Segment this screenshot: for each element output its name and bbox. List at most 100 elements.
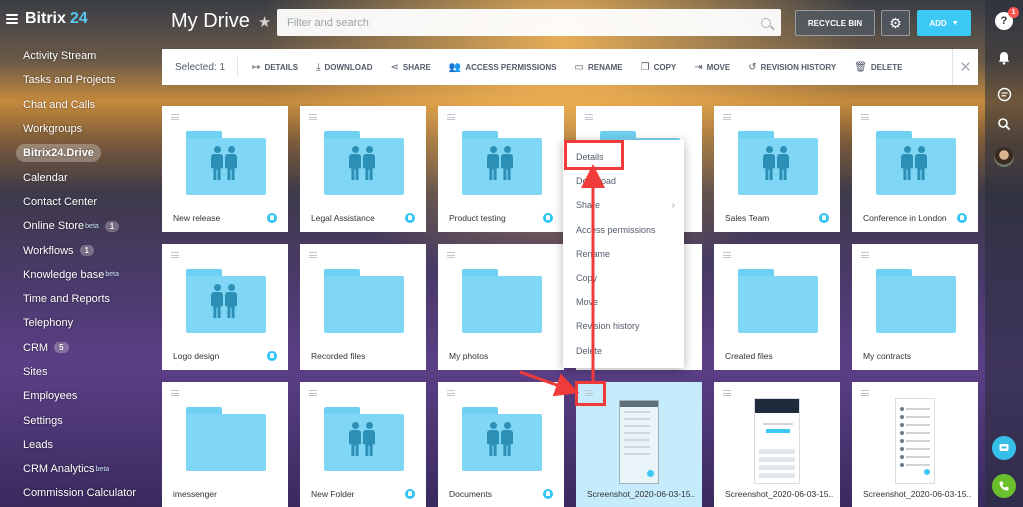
sidebar-item[interactable]: Activity Stream	[16, 44, 150, 68]
tile-menu-handle-icon[interactable]	[447, 114, 455, 120]
tile-name[interactable]: Legal Assistance	[311, 213, 375, 223]
context-menu-item-move[interactable]: Move	[563, 290, 684, 314]
sidebar-item[interactable]: CRM 5	[16, 336, 150, 360]
tile-menu-handle-icon[interactable]	[447, 390, 455, 396]
search-icon[interactable]	[761, 17, 771, 28]
tile-menu-handle-icon[interactable]	[861, 390, 869, 396]
file-tile[interactable]: Screenshot_2020-06-03-15...	[852, 382, 978, 507]
tile-name[interactable]: Created files	[725, 351, 773, 361]
tile-name[interactable]: Screenshot_2020-06-03-15...	[725, 489, 833, 499]
tile-name[interactable]: Recorded files	[311, 351, 365, 361]
tile-name[interactable]: Product testing	[449, 213, 506, 223]
folder-tile[interactable]: New Folder	[300, 382, 426, 507]
file-tile[interactable]: Screenshot_2020-06-03-15...	[576, 382, 702, 507]
sidebar-item[interactable]: Chat and Calls	[16, 93, 150, 117]
sidebar-item[interactable]: Employees	[16, 384, 150, 408]
tile-name[interactable]: Sales Team	[725, 213, 769, 223]
settings-button[interactable]: ⚙	[881, 10, 910, 36]
sidebar-item[interactable]: Settings	[16, 408, 150, 432]
folder-tile[interactable]: imessenger	[162, 382, 288, 507]
sidebar-item[interactable]: Online Store beta 1	[16, 214, 150, 238]
sidebar-item[interactable]: CRM Analytics beta	[16, 457, 150, 481]
sidebar-item[interactable]: Sites	[16, 360, 150, 384]
tile-name[interactable]: Screenshot_2020-06-03-15...	[587, 489, 695, 499]
tile-menu-handle-icon[interactable]	[171, 252, 179, 258]
tile-menu-handle-icon[interactable]	[309, 390, 317, 396]
recycle-bin-button[interactable]: RECYCLE BIN	[795, 10, 875, 36]
context-menu-item-copy[interactable]: Copy	[563, 266, 684, 290]
context-menu-item-revision-history[interactable]: Revision history	[563, 314, 684, 338]
toolbar-action-download[interactable]: ⤓ DOWNLOAD	[316, 62, 372, 73]
toolbar-action-move[interactable]: ⇥ MOVE	[694, 62, 730, 73]
sidebar-item[interactable]: Tasks and Projects	[16, 68, 150, 92]
toolbar-action-share[interactable]: ⋖ SHARE	[391, 62, 431, 73]
context-menu-item-access-permissions[interactable]: Access permissions	[563, 218, 684, 242]
tile-menu-handle-icon[interactable]	[723, 390, 731, 396]
tile-menu-handle-icon[interactable]	[861, 252, 869, 258]
sidebar-item[interactable]: Knowledge base beta	[16, 263, 150, 287]
chat-icon[interactable]	[994, 84, 1014, 104]
search-rail-icon[interactable]	[994, 114, 1014, 134]
tile-name[interactable]: Screenshot_2020-06-03-15...	[863, 489, 971, 499]
folder-tile[interactable]: Logo design	[162, 244, 288, 370]
sidebar-item[interactable]: Time and Reports	[16, 287, 150, 311]
bell-icon[interactable]	[994, 48, 1014, 68]
context-menu-item-download[interactable]: Download	[563, 169, 684, 193]
folder-tile[interactable]: My photos	[438, 244, 564, 370]
tile-menu-handle-icon[interactable]	[585, 114, 593, 120]
user-avatar[interactable]	[994, 147, 1014, 167]
folder-tile[interactable]: Legal Assistance	[300, 106, 426, 232]
folder-tile[interactable]: New release	[162, 106, 288, 232]
folder-tile[interactable]: Documents	[438, 382, 564, 507]
tile-menu-handle-icon[interactable]	[171, 390, 179, 396]
tile-name[interactable]: Documents	[449, 489, 492, 499]
toolbar-action-rename[interactable]: ▭ RENAME	[575, 62, 623, 73]
tile-menu-handle-icon[interactable]	[585, 390, 593, 396]
tile-name[interactable]: New Folder	[311, 489, 354, 499]
toolbar-action-access-permissions[interactable]: 👥 ACCESS PERMISSIONS	[449, 62, 557, 73]
folder-tile[interactable]: Product testing	[438, 106, 564, 232]
add-button[interactable]: ADD ▼	[917, 10, 971, 36]
sidebar-item[interactable]: Workgroups	[16, 117, 150, 141]
menu-icon[interactable]	[6, 14, 18, 24]
folder-tile[interactable]: Conference in London	[852, 106, 978, 232]
folder-tile[interactable]: My contracts	[852, 244, 978, 370]
folder-tile[interactable]: Created files	[714, 244, 840, 370]
sidebar-item[interactable]: Workflows 1	[16, 238, 150, 262]
tile-name[interactable]: Logo design	[173, 351, 219, 361]
tile-name[interactable]: My contracts	[863, 351, 911, 361]
sidebar-item[interactable]: Bitrix24.Drive	[16, 141, 150, 165]
toolbar-action-revision-history[interactable]: ↺ REVISION HISTORY	[748, 62, 836, 73]
tile-menu-handle-icon[interactable]	[861, 114, 869, 120]
tile-menu-handle-icon[interactable]	[723, 114, 731, 120]
phone-icon[interactable]	[992, 474, 1016, 498]
search-input[interactable]	[287, 16, 761, 29]
folder-tile[interactable]: Sales Team	[714, 106, 840, 232]
star-icon[interactable]: ★	[258, 13, 271, 31]
context-menu-item-delete[interactable]: Delete	[563, 339, 684, 363]
tile-menu-handle-icon[interactable]	[171, 114, 179, 120]
chat-widget-icon[interactable]	[992, 436, 1016, 460]
brand-number[interactable]: 24	[70, 10, 88, 28]
help-button[interactable]: ? 1	[995, 7, 1019, 30]
sidebar-item[interactable]: Telephony	[16, 311, 150, 335]
tile-menu-handle-icon[interactable]	[447, 252, 455, 258]
tile-name[interactable]: imessenger	[173, 489, 217, 499]
sidebar-item[interactable]: Leads	[16, 433, 150, 457]
toolbar-action-details[interactable]: ↦ DETAILS	[252, 62, 298, 73]
file-tile[interactable]: Screenshot_2020-06-03-15...	[714, 382, 840, 507]
tile-menu-handle-icon[interactable]	[309, 114, 317, 120]
tile-name[interactable]: Conference in London	[863, 213, 947, 223]
tile-menu-handle-icon[interactable]	[723, 252, 731, 258]
context-menu-item-share[interactable]: Share ›	[563, 193, 684, 217]
folder-tile[interactable]: Recorded files	[300, 244, 426, 370]
search-bar[interactable]	[277, 9, 781, 36]
tile-menu-handle-icon[interactable]	[309, 252, 317, 258]
sidebar-item[interactable]: Commission Calculator	[16, 481, 150, 505]
brand-name[interactable]: Bitrix	[25, 10, 66, 28]
toolbar-action-delete[interactable]: 🗑 DELETE	[854, 62, 902, 73]
tile-name[interactable]: New release	[173, 213, 220, 223]
close-icon[interactable]: ✕	[952, 49, 978, 85]
sidebar-item[interactable]: Calendar	[16, 165, 150, 189]
sidebar-item[interactable]: Contact Center	[16, 190, 150, 214]
